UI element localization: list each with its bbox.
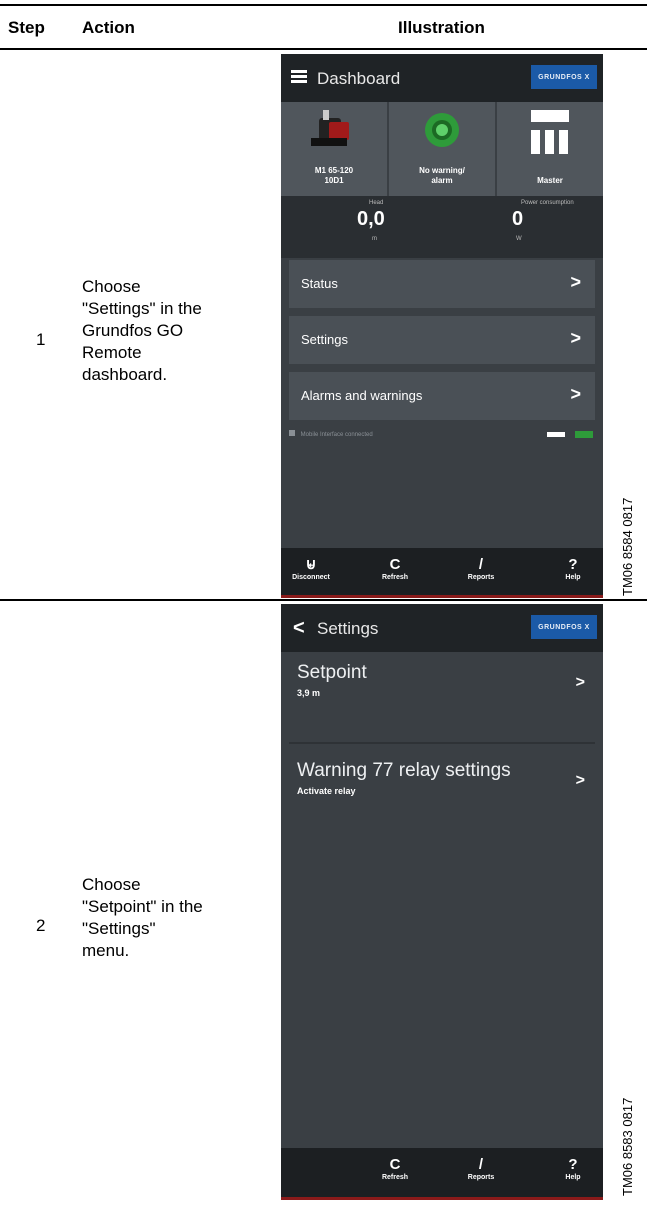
- setting-value: Activate relay: [297, 786, 356, 796]
- setting-item-setpoint[interactable]: Setpoint 3,9 m >: [289, 662, 595, 744]
- warning-status-tile[interactable]: No warning/ alarm: [389, 102, 495, 196]
- setting-title: Setpoint: [297, 662, 367, 683]
- screen-title: Dashboard: [317, 69, 401, 88]
- row-divider: [0, 599, 647, 601]
- power-value: 0: [512, 208, 524, 230]
- chevron-right-icon: >: [570, 384, 581, 404]
- chevron-right-icon: >: [570, 328, 581, 348]
- help-button[interactable]: ? Help: [543, 1156, 603, 1181]
- chevron-right-icon: >: [575, 772, 585, 789]
- screen-title: Settings: [317, 619, 379, 638]
- menu-item-alarms[interactable]: Alarms and warnings >: [289, 372, 595, 420]
- setting-title: Warning 77 relay settings: [297, 760, 511, 781]
- bottom-accent-strip: [281, 1197, 603, 1200]
- reports-button[interactable]: / Reports: [451, 556, 511, 581]
- help-icon: ?: [568, 556, 578, 573]
- head-unit: m: [372, 236, 377, 242]
- menu-item-status[interactable]: Status >: [289, 260, 595, 308]
- step-number: 2: [36, 916, 46, 935]
- chevron-right-icon: >: [570, 272, 581, 292]
- multi-pump-icon: [531, 110, 569, 154]
- figure-code: TM06 8584 0817: [620, 497, 635, 596]
- refresh-button[interactable]: C Refresh: [365, 556, 425, 581]
- header-rule: [0, 48, 647, 50]
- disconnect-icon: ⊌: [305, 556, 317, 573]
- battery-icon: [575, 431, 593, 438]
- power-unit: W: [516, 236, 522, 242]
- figure-code: TM06 8583 0817: [620, 1097, 635, 1196]
- head-label: Head: [369, 200, 384, 206]
- dashboard-screen: Dashboard GRUNDFOS X M1 65-120 10D1 No w…: [281, 54, 603, 598]
- bottom-accent-strip: [281, 595, 603, 598]
- table-top-rule: [0, 4, 647, 6]
- app-bar: < Settings GRUNDFOS X: [281, 604, 603, 652]
- brand-logo: GRUNDFOS X: [531, 65, 597, 89]
- step-action-text: Choose "Settings" in the Grundfos GO Rem…: [82, 277, 202, 384]
- hamburger-menu-icon[interactable]: [291, 70, 307, 84]
- menu-item-label: Status: [301, 276, 338, 291]
- refresh-icon: C: [389, 556, 401, 573]
- menu-item-label: Settings: [301, 332, 348, 347]
- bottom-bar: C Refresh / Reports ? Help: [281, 1148, 603, 1198]
- metrics-panel: Head 0,0 m Power consumption 0 W: [281, 196, 603, 258]
- pump-icon: [311, 110, 349, 146]
- bottom-bar: ⊌ Disconnect C Refresh / Reports ? Help: [281, 548, 603, 598]
- refresh-icon: C: [389, 1156, 401, 1173]
- setting-value: 3,9 m: [297, 688, 321, 698]
- settings-screen: < Settings GRUNDFOS X Setpoint 3,9 m > W…: [281, 604, 603, 1200]
- help-icon: ?: [568, 1156, 578, 1173]
- chevron-right-icon: >: [575, 674, 585, 691]
- master-tile[interactable]: Master: [497, 102, 603, 196]
- step-number: 1: [36, 330, 46, 349]
- header-illustration: Illustration: [398, 18, 485, 37]
- power-label: Power consumption: [521, 200, 574, 206]
- status-ok-icon: [425, 113, 459, 147]
- header-action: Action: [82, 18, 135, 37]
- refresh-button[interactable]: C Refresh: [365, 1156, 425, 1181]
- help-button[interactable]: ? Help: [543, 556, 603, 581]
- reports-button[interactable]: / Reports: [451, 1156, 511, 1181]
- reports-icon: /: [478, 556, 484, 573]
- step-action-text: Choose "Setpoint" in the "Settings" menu…: [82, 875, 203, 960]
- app-bar: Dashboard GRUNDFOS X: [281, 54, 603, 102]
- back-chevron-icon[interactable]: <: [293, 617, 305, 640]
- menu-item-settings[interactable]: Settings >: [289, 316, 595, 364]
- setting-item-warning-relay[interactable]: Warning 77 relay settings Activate relay…: [289, 760, 595, 820]
- brand-logo: GRUNDFOS X: [531, 615, 597, 639]
- reports-icon: /: [478, 1156, 484, 1173]
- checkbox-icon: [289, 430, 295, 436]
- pump-tile[interactable]: M1 65-120 10D1: [281, 102, 387, 196]
- header-step: Step: [8, 18, 45, 37]
- head-value: 0,0: [357, 208, 385, 230]
- signal-icon: [547, 432, 565, 437]
- disconnect-button[interactable]: ⊌ Disconnect: [281, 556, 341, 581]
- connection-status: Mobile Interface connected: [289, 430, 595, 442]
- menu-item-label: Alarms and warnings: [301, 388, 423, 403]
